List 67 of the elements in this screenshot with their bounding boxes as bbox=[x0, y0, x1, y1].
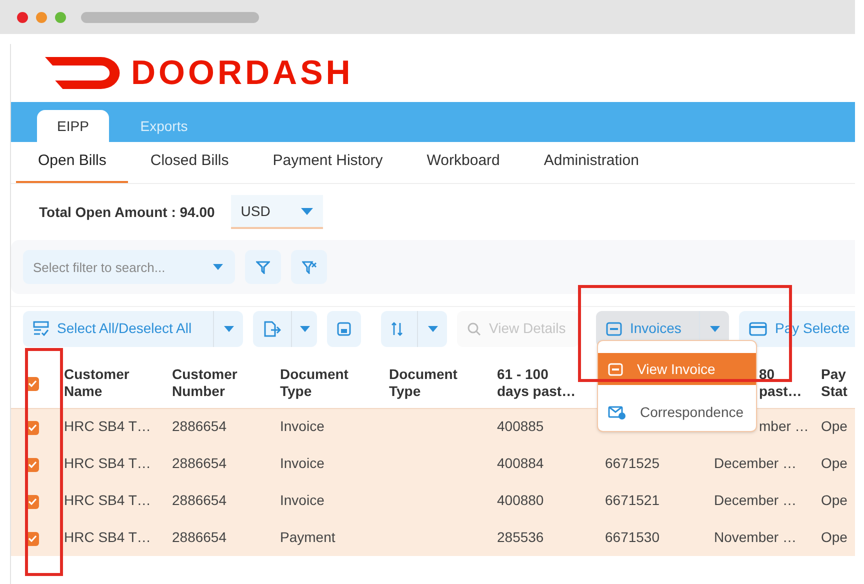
filter-icon bbox=[256, 260, 270, 274]
save-icon bbox=[337, 322, 351, 336]
table-cell-text: 2886654 bbox=[171, 529, 227, 545]
table-cell-text: HRC SB4 T… bbox=[63, 418, 151, 434]
clear-filter-icon bbox=[302, 260, 316, 274]
tab[interactable]: EIPP bbox=[37, 110, 109, 142]
table-cell-text: Invoice bbox=[279, 455, 324, 471]
tab[interactable]: Open Bills bbox=[16, 142, 128, 183]
table-cell-text: 2886654 bbox=[171, 418, 227, 434]
table-cell-text: Ope bbox=[820, 455, 848, 471]
icon-button[interactable] bbox=[327, 310, 361, 346]
clear-filter-button[interactable] bbox=[291, 250, 327, 284]
column-header[interactable]: Customer Number bbox=[169, 366, 277, 400]
table-cell-text: Invoice bbox=[279, 492, 324, 508]
table-cell-text: Ope bbox=[820, 492, 848, 508]
table-cell-text: HRC SB4 T… bbox=[63, 455, 151, 471]
currency-select[interactable]: USD bbox=[230, 195, 323, 229]
table-cell-text: 2886654 bbox=[171, 492, 227, 508]
table-cell-text: 400884 bbox=[496, 455, 544, 471]
export-icon bbox=[263, 320, 281, 336]
card-icon bbox=[749, 322, 767, 336]
logo-icon bbox=[45, 57, 121, 89]
table-cell-text: 400885 bbox=[496, 418, 544, 434]
table-cell-text: December … bbox=[713, 492, 796, 508]
logo-text: DOORDASH bbox=[131, 52, 354, 94]
document-icon bbox=[608, 362, 623, 376]
caret-icon bbox=[300, 208, 313, 214]
table-cell-text: HRC SB4 T… bbox=[63, 529, 151, 545]
table-row[interactable]: HRC SB4 T… 2886654 Invoice 400880 6671521 December … Ope bbox=[11, 482, 855, 519]
filter-button[interactable] bbox=[245, 250, 281, 284]
table-cell-text: December … bbox=[713, 455, 796, 471]
caret-icon bbox=[213, 264, 223, 270]
table-cell-text: Ope bbox=[820, 529, 848, 545]
tab[interactable]: Workboard bbox=[404, 142, 522, 183]
caret-icon bbox=[710, 326, 720, 332]
column-header[interactable]: Customer Name bbox=[61, 366, 169, 400]
table-cell-text: 6671530 bbox=[604, 529, 660, 545]
table-cell-text: November … bbox=[713, 529, 796, 545]
envelope-icon bbox=[608, 404, 626, 420]
document-icon bbox=[606, 322, 622, 336]
table-cell-text: Payment bbox=[279, 529, 336, 545]
checklist-icon bbox=[33, 320, 49, 336]
caret-icon bbox=[428, 326, 438, 332]
tab[interactable]: Administration bbox=[522, 142, 661, 183]
tab[interactable]: Closed Bills bbox=[128, 142, 251, 183]
table-cell-text: 285536 bbox=[496, 529, 544, 545]
column-header[interactable]: Document Type bbox=[277, 366, 386, 400]
column-header[interactable]: Pay Stat bbox=[818, 366, 855, 400]
table-cell-text: 6671521 bbox=[604, 492, 660, 508]
table-cell-text: mber … bbox=[758, 418, 809, 434]
column-header[interactable]: Document Type bbox=[386, 366, 494, 400]
table-cell-text: 400880 bbox=[496, 492, 544, 508]
filter-field[interactable]: Select filter to search... bbox=[23, 250, 235, 284]
search-icon bbox=[467, 322, 481, 336]
menu-item[interactable]: Correspondence bbox=[598, 399, 756, 425]
caret-icon bbox=[224, 326, 234, 332]
table-cell-text: Invoice bbox=[279, 418, 324, 434]
table-cell-text: Ope bbox=[820, 418, 848, 434]
table-row[interactable]: HRC SB4 T… 2886654 Invoice 400884 6671525 December … Ope bbox=[11, 445, 855, 482]
tab[interactable]: Payment History bbox=[250, 142, 405, 183]
table-cell-text: 6671525 bbox=[604, 455, 660, 471]
caret-icon bbox=[300, 326, 310, 332]
table-cell-text: HRC SB4 T… bbox=[63, 492, 151, 508]
total-amount: Total Open Amount : 94.00 bbox=[39, 202, 215, 222]
sort-icon bbox=[391, 322, 403, 336]
table-row[interactable]: HRC SB4 T… 2886654 Payment 285536 6671530 November … Ope bbox=[11, 519, 855, 556]
table-cell-text: 2886654 bbox=[171, 455, 227, 471]
